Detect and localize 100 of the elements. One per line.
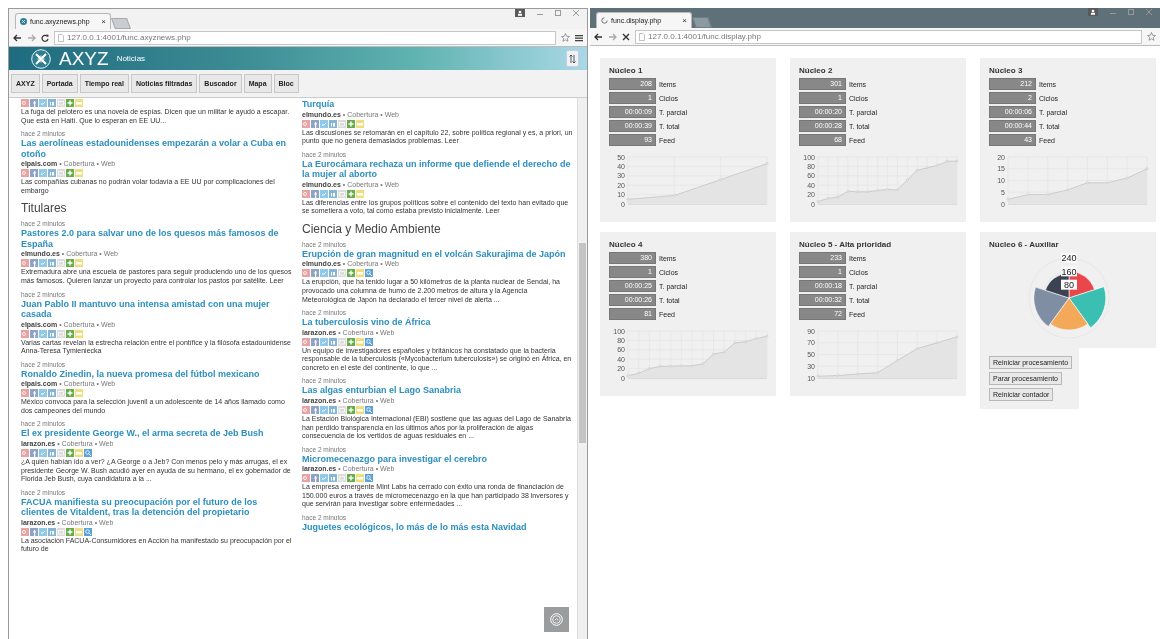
email-icon[interactable] bbox=[57, 389, 65, 398]
plus-icon[interactable] bbox=[347, 474, 355, 483]
search-icon[interactable] bbox=[84, 448, 92, 457]
email-icon[interactable] bbox=[338, 474, 346, 483]
note-icon[interactable] bbox=[356, 119, 364, 128]
email-icon[interactable] bbox=[338, 337, 346, 346]
search-icon[interactable] bbox=[365, 269, 373, 278]
email-icon[interactable] bbox=[57, 527, 65, 536]
email-icon[interactable] bbox=[57, 448, 65, 457]
close-icon[interactable] bbox=[1146, 9, 1152, 15]
address-bar[interactable]: 127.0.0.1:4001/func.display.php bbox=[635, 29, 1142, 44]
address-bar[interactable]: 127.0.0.1:4001/func.axyznews.php bbox=[54, 30, 556, 45]
email-icon[interactable] bbox=[57, 329, 65, 338]
note-icon[interactable] bbox=[75, 448, 83, 457]
article-title-link[interactable]: Ronaldo Zinedin, la nueva promesa del fútbol mexicano bbox=[21, 368, 292, 380]
section-label: Noticias bbox=[116, 54, 146, 63]
card-title: Núcleo 3 bbox=[989, 66, 1024, 75]
note-icon[interactable] bbox=[75, 259, 83, 268]
article-title-link[interactable]: El ex presidente George W., el arma secreta de Jeb Bush bbox=[21, 428, 292, 439]
email-icon[interactable] bbox=[338, 189, 346, 198]
search-icon[interactable] bbox=[365, 405, 373, 414]
forward-icon[interactable] bbox=[608, 32, 617, 41]
search-icon[interactable] bbox=[84, 527, 92, 536]
search-icon[interactable] bbox=[365, 474, 373, 483]
email-icon[interactable] bbox=[57, 99, 65, 107]
plus-icon[interactable] bbox=[66, 99, 74, 107]
article-title-link[interactable]: Las aerolíneas estadounidenses empezarán a volar a Cuba en otoño bbox=[21, 138, 292, 160]
note-icon[interactable] bbox=[356, 405, 364, 414]
scroll-to-top-button[interactable] bbox=[544, 607, 569, 632]
article-title-link[interactable]: Juguetes ecológicos, lo más de lo más esta Navidad bbox=[302, 522, 573, 533]
reload-icon[interactable] bbox=[41, 33, 49, 42]
plus-icon[interactable] bbox=[347, 119, 355, 128]
plus-icon[interactable] bbox=[66, 389, 74, 398]
article-title-link[interactable]: Turquía bbox=[302, 99, 573, 110]
brand-name: AXYZ bbox=[59, 47, 109, 70]
article-title-link[interactable]: Micromecenazgo para investigar el cerebro bbox=[302, 453, 573, 465]
sort-button[interactable] bbox=[566, 50, 579, 67]
note-icon[interactable] bbox=[75, 329, 83, 338]
article-title-link[interactable]: Las algas enturbian el Lago Sanabria bbox=[302, 385, 573, 396]
url-text: 127.0.0.1:4001/func.display.php bbox=[648, 32, 761, 41]
card-title: Núcleo 4 bbox=[609, 240, 644, 249]
card-title: Núcleo 5 - Alta prioridad bbox=[799, 240, 893, 249]
scrollbar-thumb[interactable] bbox=[579, 243, 586, 443]
plus-icon[interactable] bbox=[66, 169, 74, 178]
email-icon[interactable] bbox=[338, 405, 346, 414]
plus-icon[interactable] bbox=[347, 189, 355, 198]
star-icon[interactable] bbox=[561, 33, 570, 42]
article-title-link[interactable]: Erupción de gran magnitud en el volcán Sakurajima de Japón bbox=[302, 248, 573, 260]
plus-icon[interactable] bbox=[347, 269, 355, 278]
page-icon bbox=[58, 33, 64, 42]
plus-icon[interactable] bbox=[66, 259, 74, 268]
card-title: Núcleo 6 - Auxiliar bbox=[989, 240, 1059, 249]
card-title: Núcleo 1 bbox=[609, 66, 644, 75]
email-icon[interactable] bbox=[338, 119, 346, 128]
note-icon[interactable] bbox=[75, 527, 83, 536]
email-icon[interactable] bbox=[57, 169, 65, 178]
note-icon[interactable] bbox=[75, 389, 83, 398]
article-title-link[interactable]: Juan Pablo II mantuvo una intensa amistad con una mujer casada bbox=[21, 298, 292, 320]
plus-icon[interactable] bbox=[66, 329, 74, 338]
plus-icon[interactable] bbox=[347, 337, 355, 346]
article-title-link[interactable]: La Eurocámara rechaza un informe que defiende el derecho de la mujer al aborto bbox=[302, 158, 573, 180]
email-icon[interactable] bbox=[338, 269, 346, 278]
user-icon[interactable] bbox=[515, 9, 525, 17]
note-icon[interactable] bbox=[75, 169, 83, 178]
note-icon[interactable] bbox=[356, 189, 364, 198]
note-icon[interactable] bbox=[356, 269, 364, 278]
search-icon[interactable] bbox=[365, 337, 373, 346]
article-title-link[interactable]: FACUA manifiesta su preocupación por el futuro de los clientes de Vitaldent, tras la detención del propietario bbox=[21, 496, 292, 518]
scale-label: 240 bbox=[1061, 253, 1076, 264]
maximize-icon[interactable] bbox=[555, 10, 561, 16]
close-icon[interactable] bbox=[573, 10, 579, 16]
note-icon[interactable] bbox=[356, 337, 364, 346]
scrollbar[interactable] bbox=[577, 98, 587, 639]
note-icon[interactable] bbox=[75, 99, 83, 107]
plus-icon[interactable] bbox=[66, 527, 74, 536]
article-title-link[interactable]: La tuberculosis vino de África bbox=[302, 317, 573, 328]
article-title-link[interactable]: Pastores 2.0 para salvar uno de los quesos más famosos de España bbox=[21, 228, 292, 250]
maximize-icon[interactable] bbox=[1128, 9, 1134, 15]
menu-icon[interactable] bbox=[575, 33, 583, 42]
star-icon[interactable] bbox=[1147, 32, 1156, 41]
tab-close[interactable]: × bbox=[101, 17, 106, 26]
tab-close[interactable]: × bbox=[682, 16, 687, 25]
url-text: 127.0.0.1:4001/func.axyznews.php bbox=[67, 33, 191, 42]
back-icon[interactable] bbox=[13, 33, 22, 42]
user-icon[interactable] bbox=[1088, 8, 1098, 16]
site-logo-icon bbox=[20, 18, 27, 25]
forward-icon[interactable] bbox=[27, 33, 36, 42]
page-icon bbox=[639, 32, 645, 41]
loading-icon bbox=[601, 17, 608, 24]
card-title: Núcleo 2 bbox=[799, 66, 834, 75]
plus-icon[interactable] bbox=[66, 448, 74, 457]
stop-icon[interactable] bbox=[622, 32, 630, 41]
plus-icon[interactable] bbox=[347, 405, 355, 414]
up-circle-icon bbox=[550, 613, 563, 626]
back-icon[interactable] bbox=[594, 32, 603, 41]
scale-label: 160 bbox=[1061, 266, 1076, 277]
email-icon[interactable] bbox=[57, 259, 65, 268]
section-heading: Ciencia y Medio Ambiente bbox=[302, 221, 442, 236]
note-icon[interactable] bbox=[356, 474, 364, 483]
scale-label: 80 bbox=[1063, 279, 1074, 290]
